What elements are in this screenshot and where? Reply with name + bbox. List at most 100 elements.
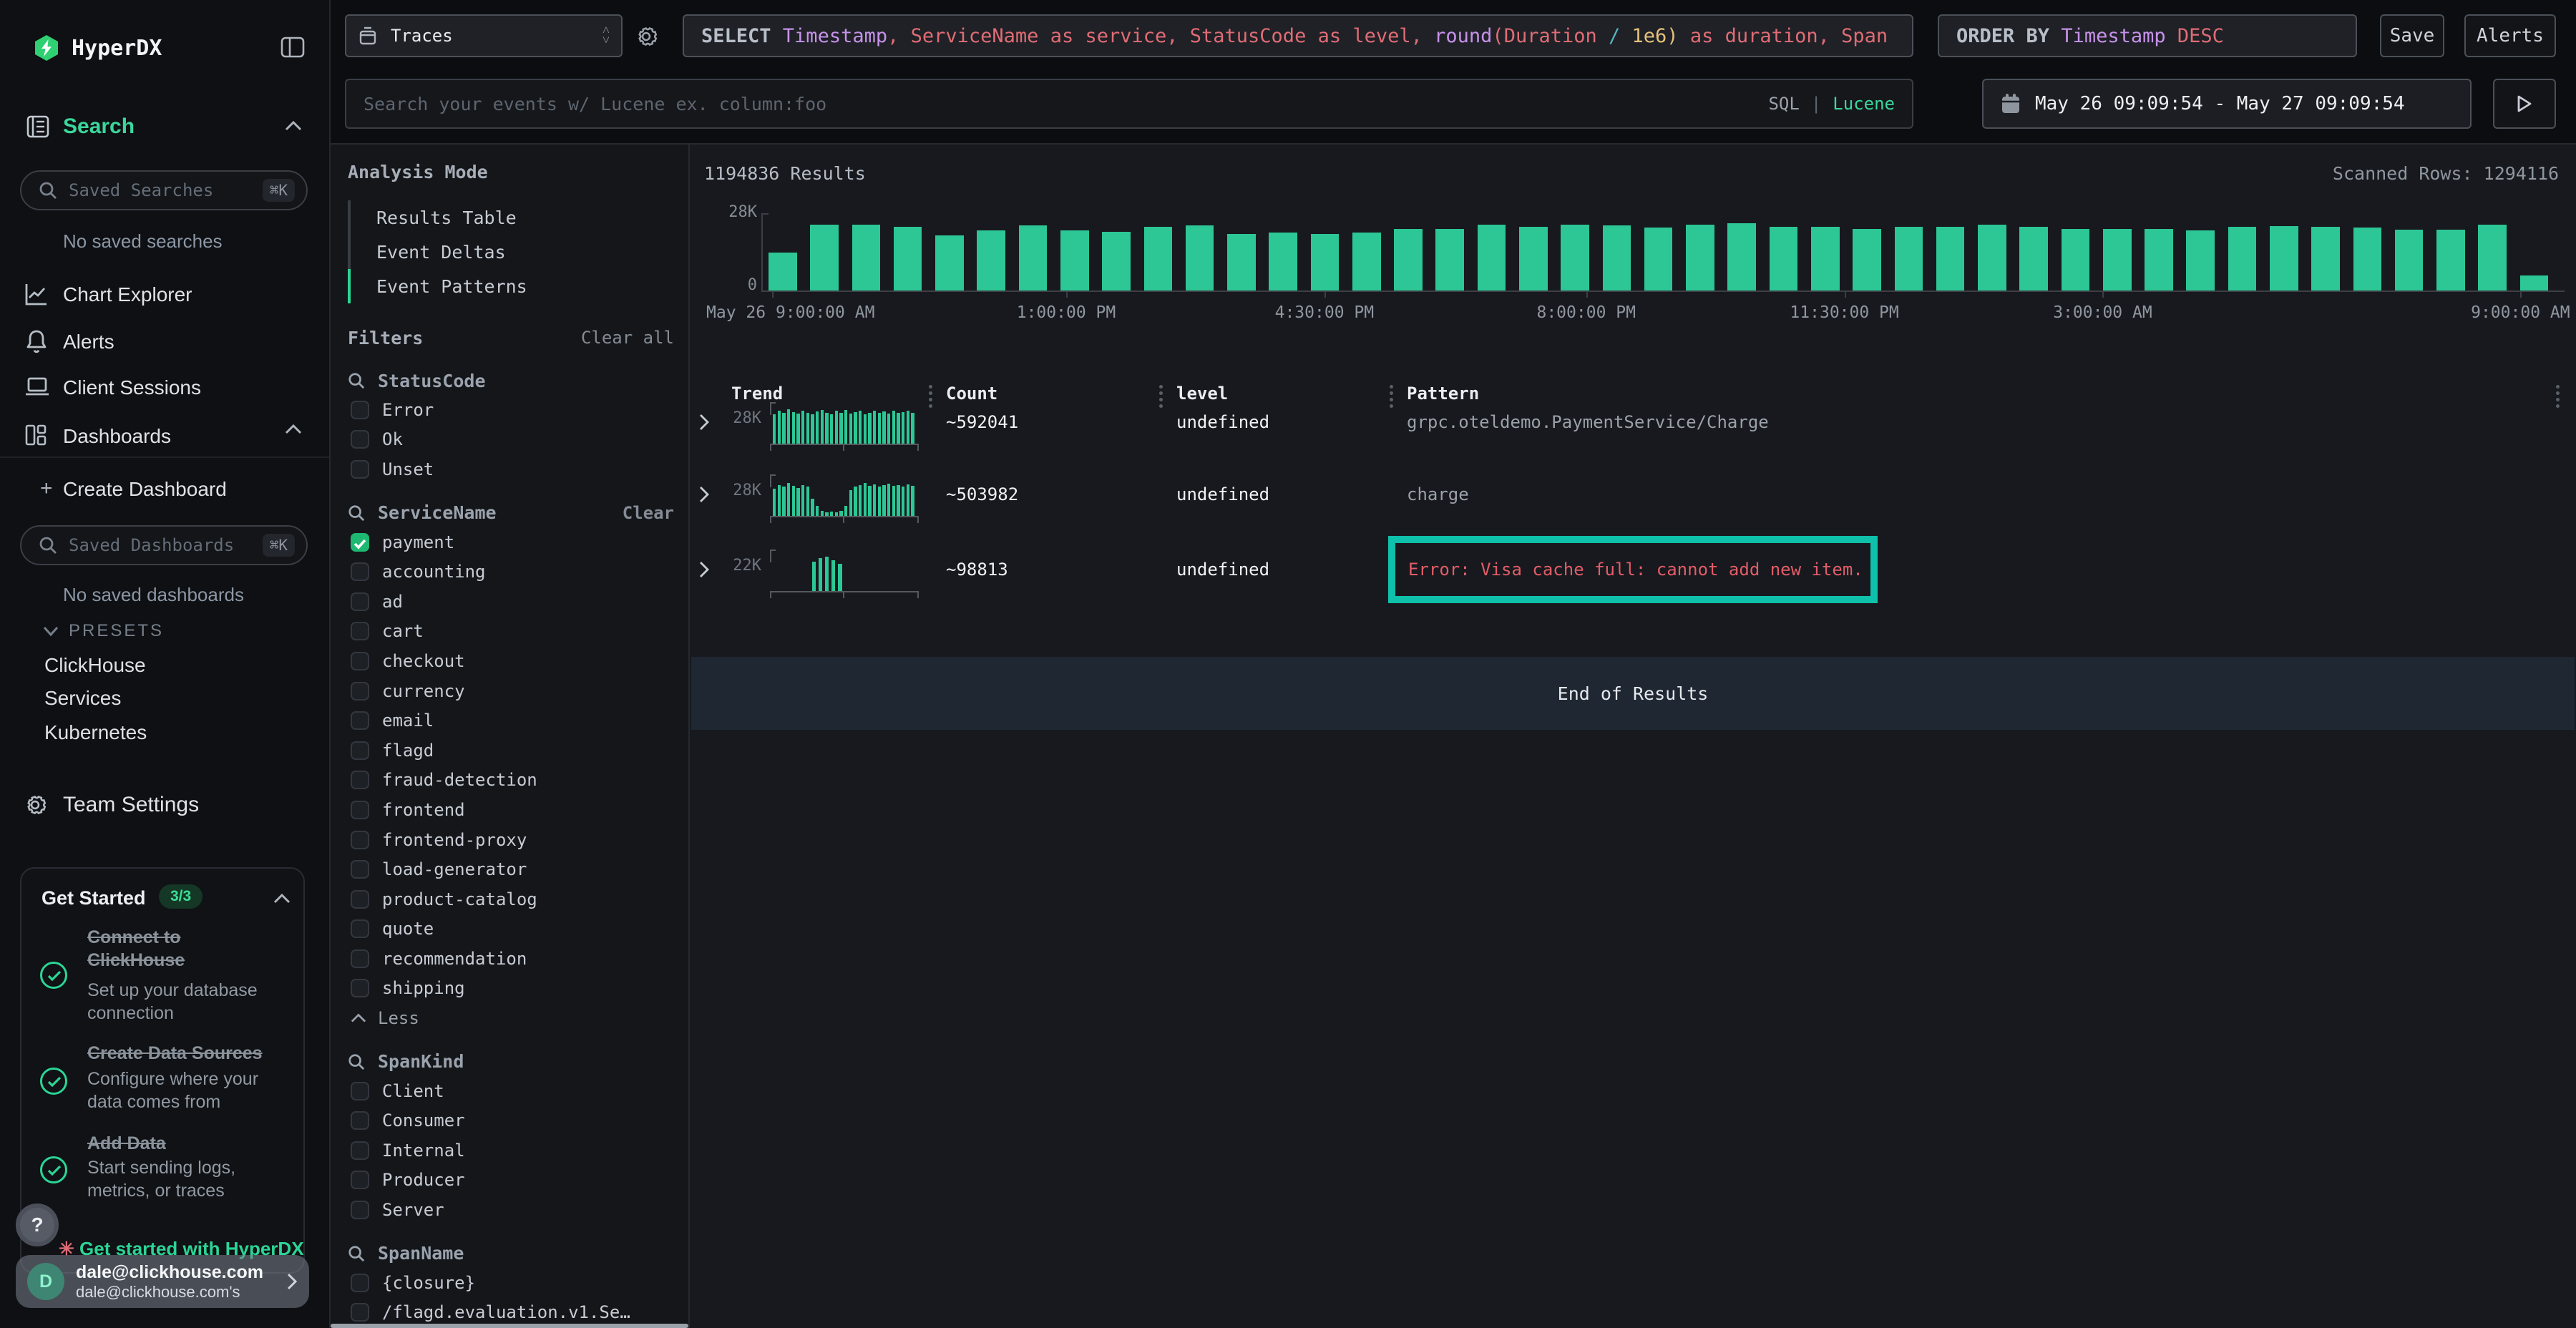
filter-option-Consumer[interactable]: Consumer [348,1105,674,1136]
order-by-input[interactable]: ORDER BY Timestamp DESC [1938,14,2357,57]
highlighted-pattern-box[interactable]: Error: Visa cache full: cannot add new i… [1388,536,1878,603]
checkbox[interactable] [351,919,369,938]
lucene-toggle[interactable]: Lucene [1833,94,1895,114]
column-drag-handle-icon[interactable] [1159,385,1163,408]
alerts-button[interactable]: Alerts [2464,14,2556,57]
checkbox[interactable] [351,741,369,760]
checkbox[interactable] [351,401,369,419]
filter-option-payment[interactable]: payment [348,527,674,557]
filter-option-product-catalog[interactable]: product-catalog [348,884,674,914]
checkbox[interactable] [351,801,369,819]
filter-option-flagdevaluationv1Se[interactable]: /flagd.evaluation.v1.Se… [348,1297,674,1327]
filter-option-frontend[interactable]: frontend [348,795,674,825]
source-select[interactable]: Traces ˄˅ [345,14,623,57]
checkbox-checked[interactable] [351,533,369,552]
checkbox[interactable] [351,1141,369,1160]
user-account-chip[interactable]: D dale@clickhouse.com dale@clickhouse.co… [16,1255,309,1308]
clear-all-link[interactable]: Clear all [581,328,674,348]
filter-option-flagd[interactable]: flagd [348,736,674,766]
checkbox[interactable] [351,1082,369,1100]
filter-option-email[interactable]: email [348,706,674,736]
chevron-up-icon[interactable] [285,424,302,435]
column-header-pattern[interactable]: Pattern [1407,384,1479,404]
gear-icon[interactable] [634,24,658,49]
filter-option-recommendation[interactable]: recommendation [348,944,674,974]
help-button[interactable]: ? [16,1204,59,1246]
checkbox[interactable] [351,1201,369,1219]
sidebar-item-client-sessions[interactable]: Client Sessions [0,371,329,405]
filter-option-quote[interactable]: quote [348,914,674,944]
checkbox[interactable] [351,949,369,968]
histogram-bars[interactable] [769,222,2562,290]
checkbox[interactable] [351,860,369,879]
show-less-toggle[interactable]: Less [348,1003,674,1033]
save-button[interactable]: Save [2380,14,2444,57]
saved-searches-input[interactable]: Saved Searches ⌘K [20,170,308,210]
run-query-button[interactable] [2493,79,2556,129]
presets-section-label[interactable]: PRESETS [69,621,164,641]
horizontal-scrollbar[interactable] [331,1324,688,1328]
chevron-down-icon[interactable] [43,625,59,637]
filter-option-Ok[interactable]: Ok [348,425,674,455]
column-header-level[interactable]: level [1176,384,1228,404]
checkbox[interactable] [351,562,369,581]
checkbox[interactable] [351,890,369,909]
filter-option-accounting[interactable]: accounting [348,557,674,587]
checkbox[interactable] [351,652,369,670]
sql-toggle[interactable]: SQL [1768,94,1799,114]
clear-link[interactable]: Clear [623,503,674,523]
filter-option-load-generator[interactable]: load-generator [348,854,674,884]
mode-event-patterns[interactable]: Event Patterns [348,269,674,303]
mode-results-table[interactable]: Results Table [348,200,674,235]
filter-option-Unset[interactable]: Unset [348,454,674,484]
filter-option-shipping[interactable]: shipping [348,974,674,1004]
preset-dashboard-kubernetes[interactable]: Kubernetes [44,721,147,744]
date-range-picker[interactable]: May 26 09:09:54 - May 27 09:09:54 [1982,79,2472,129]
filter-option-Producer[interactable]: Producer [348,1166,674,1196]
chevron-up-icon[interactable] [273,893,291,904]
column-drag-handle-icon[interactable] [2556,385,2560,408]
column-drag-handle-icon[interactable] [929,385,933,408]
checkbox[interactable] [351,1303,369,1322]
checkbox[interactable] [351,831,369,849]
checkbox[interactable] [351,1171,369,1189]
sidebar-item-search[interactable]: Search [63,114,135,139]
expand-row-icon[interactable] [698,414,710,431]
team-settings-button[interactable]: Team Settings [63,793,199,817]
filter-option-ad[interactable]: ad [348,587,674,617]
collapse-sidebar-icon[interactable] [280,36,305,59]
checkbox[interactable] [351,1274,369,1292]
lucene-search-input[interactable]: Search your events w/ Lucene ex. column:… [345,79,1913,129]
checkbox[interactable] [351,622,369,640]
saved-dashboards-input[interactable]: Saved Dashboards ⌘K [20,525,308,565]
filter-option-Client[interactable]: Client [348,1076,674,1106]
checkbox[interactable] [351,460,369,479]
filter-option-fraud-detection[interactable]: fraud-detection [348,766,674,796]
filter-option-currency[interactable]: currency [348,676,674,706]
checkbox[interactable] [351,711,369,730]
filter-option-cart[interactable]: cart [348,617,674,647]
checkbox[interactable] [351,592,369,611]
column-header-count[interactable]: Count [946,384,997,404]
filter-option-closure[interactable]: {closure} [348,1268,674,1298]
create-dashboard-button[interactable]: Create Dashboard [63,478,227,501]
expand-row-icon[interactable] [698,561,710,578]
filter-option-Server[interactable]: Server [348,1195,674,1225]
filter-option-checkout[interactable]: checkout [348,646,674,676]
checkbox[interactable] [351,1111,369,1130]
checkbox[interactable] [351,979,369,997]
column-header-trend[interactable]: Trend [731,384,783,404]
sql-select-input[interactable]: SELECT Timestamp, ServiceName as service… [683,14,1913,57]
sidebar-item-chart-explorer[interactable]: Chart Explorer [0,278,329,312]
filter-option-frontend-proxy[interactable]: frontend-proxy [348,825,674,855]
sidebar-item-alerts[interactable]: Alerts [0,325,329,359]
sidebar-item-dashboards[interactable]: Dashboards [0,419,329,454]
preset-dashboard-clickhouse[interactable]: ClickHouse [44,654,146,677]
filter-option-Error[interactable]: Error [348,395,674,425]
expand-row-icon[interactable] [698,486,710,503]
checkbox[interactable] [351,771,369,789]
chevron-up-icon[interactable] [285,120,302,132]
mode-event-deltas[interactable]: Event Deltas [348,235,674,269]
preset-dashboard-services[interactable]: Services [44,687,121,710]
column-drag-handle-icon[interactable] [1390,385,1394,408]
